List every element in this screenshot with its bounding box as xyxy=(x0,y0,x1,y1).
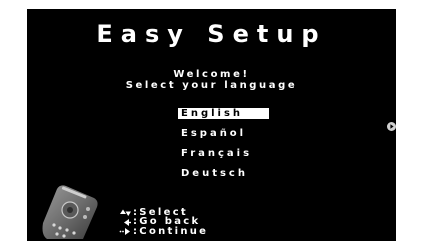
language-option-francais[interactable]: Français xyxy=(178,148,269,159)
remote-control-icon xyxy=(41,183,101,241)
easy-setup-screen: Easy Setup Welcome! Select your language… xyxy=(27,9,396,241)
page-title: Easy Setup xyxy=(96,20,327,48)
language-option-english[interactable]: English xyxy=(178,108,269,119)
up-down-arrows-icon xyxy=(119,208,132,217)
welcome-block: Welcome! Select your language xyxy=(27,69,396,91)
right-arrow-icon xyxy=(119,227,132,236)
instruction-continue: :Continue xyxy=(119,225,209,237)
language-option-espanol[interactable]: Español xyxy=(178,128,269,139)
navigation-instructions: :Select :Go back :Continue xyxy=(119,207,209,237)
language-option-deutsch[interactable]: Deutsch xyxy=(178,168,269,179)
select-language-prompt: Select your language xyxy=(125,80,298,91)
left-arrow-icon xyxy=(119,218,132,227)
language-list: English Español Français Deutsch xyxy=(178,108,269,188)
instruction-continue-label: :Continue xyxy=(133,225,209,237)
welcome-text: Welcome! xyxy=(173,69,250,80)
next-arrow-icon[interactable] xyxy=(387,122,396,131)
